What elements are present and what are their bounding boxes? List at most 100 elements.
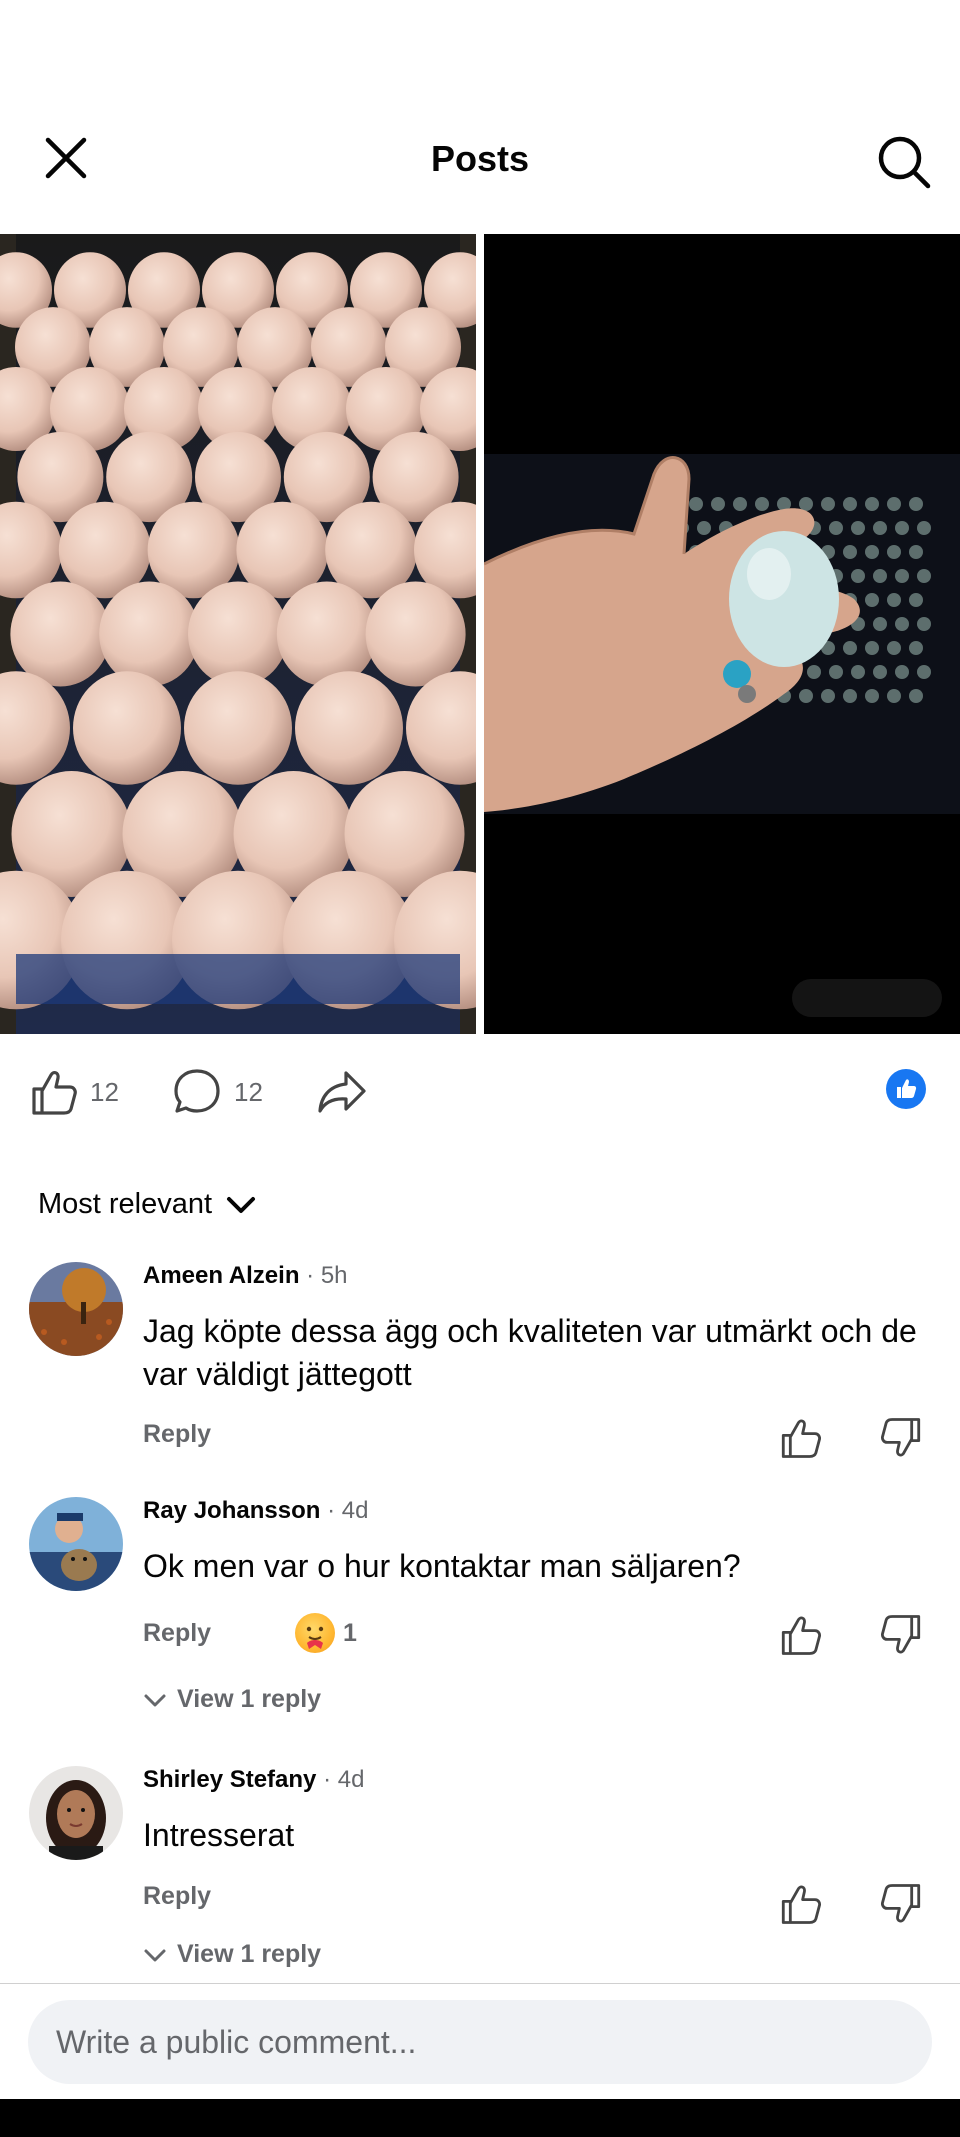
avatar[interactable] (29, 1497, 123, 1591)
egg-shape (73, 671, 181, 785)
background-egg-shape (873, 665, 887, 679)
background-egg-shape (865, 689, 879, 703)
background-egg-shape (843, 641, 857, 655)
page-title: Posts (430, 138, 530, 179)
comment-downvote-button[interactable] (880, 1416, 924, 1460)
avatar[interactable] (29, 1766, 123, 1860)
background-egg-shape (887, 497, 901, 511)
comment-upvote-button[interactable] (778, 1613, 822, 1657)
commenter-name[interactable]: Ray Johansson (143, 1497, 320, 1524)
background-egg-shape (843, 497, 857, 511)
comment-downvote-button[interactable] (880, 1882, 924, 1926)
comment-composer-bar (0, 1983, 960, 2099)
comment-text: Jag köpte dessa ägg och kvaliteten var u… (143, 1313, 917, 1392)
background-egg-shape (887, 689, 901, 703)
chevron-down-icon (227, 1196, 256, 1213)
comment-reaction[interactable]: 1 (295, 1613, 357, 1653)
comment-upvote-button[interactable] (778, 1882, 822, 1926)
background-egg-shape (711, 497, 725, 511)
background-egg-shape (887, 641, 901, 655)
background-egg-shape (887, 545, 901, 559)
background-egg-shape (917, 617, 931, 631)
comment-text: Intresserat (143, 1817, 295, 1853)
comment-count: 12 (234, 1076, 263, 1107)
comment-action[interactable]: 12 (172, 1064, 263, 1120)
view-replies-label: View 1 reply (177, 1940, 322, 1968)
comment-upvote-button[interactable] (778, 1416, 822, 1460)
background-egg-shape (917, 569, 931, 583)
photo-egg-in-hand[interactable] (484, 234, 960, 1034)
share-action[interactable] (316, 1064, 368, 1120)
reply-button[interactable]: Reply (143, 1420, 211, 1449)
background-egg-shape (829, 665, 843, 679)
post-photos (0, 234, 960, 1034)
egg-shape (188, 581, 288, 687)
background-egg-shape (873, 569, 887, 583)
system-nav-bar (0, 2099, 960, 2137)
egg-in-hand-image (484, 234, 960, 1034)
chevron-down-icon (144, 1949, 166, 1961)
background-egg-shape (821, 497, 835, 511)
background-egg-shape (909, 641, 923, 655)
comment-input[interactable] (56, 2023, 896, 2061)
background-egg-shape (733, 497, 747, 511)
like-action[interactable]: 12 (28, 1064, 119, 1120)
thumbs-down-icon (881, 1615, 921, 1654)
thumbs-up-icon (32, 1071, 77, 1115)
comment-meta: Shirley Stefany · 4d (143, 1766, 364, 1794)
reply-button[interactable]: Reply (143, 1882, 211, 1911)
thumbs-up-filled-icon (897, 1079, 917, 1098)
background-egg-shape (865, 593, 879, 607)
background-egg-shape (895, 569, 909, 583)
post-actions: 12 12 (0, 1034, 960, 1144)
eggs-tray-image (0, 234, 476, 1034)
background-egg-shape (895, 521, 909, 535)
egg-shape (184, 671, 292, 785)
background-egg-shape (895, 665, 909, 679)
background-egg-shape (821, 689, 835, 703)
top-bar: Posts (0, 0, 960, 234)
background-egg-shape (865, 497, 879, 511)
view-replies-button[interactable]: View 1 reply (143, 1685, 321, 1714)
background-egg-shape (909, 545, 923, 559)
comment-composer[interactable] (28, 2000, 932, 2084)
commenter-name[interactable]: Shirley Stefany (143, 1766, 316, 1793)
thumbs-down-icon (881, 1418, 921, 1457)
comment-meta: Ray Johansson · 4d (143, 1497, 368, 1525)
background-egg-shape (799, 689, 813, 703)
search-icon (878, 136, 931, 189)
search-button[interactable] (874, 132, 934, 192)
background-egg-shape (697, 521, 711, 535)
egg-shape (295, 671, 403, 785)
background-egg-shape (851, 521, 865, 535)
care-reaction-icon (295, 1613, 335, 1653)
background-egg-shape (755, 497, 769, 511)
photo-eggs-tray[interactable] (0, 234, 476, 1034)
thumbs-up-icon (781, 1885, 821, 1924)
sort-dropdown[interactable]: Most relevant (38, 1188, 256, 1221)
comment-text: Ok men var o hur kontaktar man säljaren? (143, 1548, 741, 1584)
background-egg-shape (689, 497, 703, 511)
background-egg-shape (843, 545, 857, 559)
avatar[interactable] (29, 1262, 123, 1356)
background-egg-shape (887, 593, 901, 607)
view-replies-button[interactable]: View 1 reply (143, 1940, 321, 1969)
comment-time: · 5h (306, 1262, 348, 1289)
background-egg-shape (917, 665, 931, 679)
background-egg-shape (909, 497, 923, 511)
background-egg-shape (873, 521, 887, 535)
reply-button[interactable]: Reply (143, 1619, 211, 1648)
share-icon (318, 1071, 366, 1113)
background-egg-shape (909, 593, 923, 607)
background-egg-shape (865, 545, 879, 559)
comment-meta: Ameen Alzein · 5h (143, 1262, 348, 1290)
chevron-down-icon (144, 1694, 166, 1706)
background-egg-shape (917, 521, 931, 535)
background-egg-shape (829, 521, 843, 535)
commenter-name[interactable]: Ameen Alzein (143, 1262, 299, 1289)
like-reaction-badge[interactable] (886, 1069, 926, 1109)
thumbs-up-icon (781, 1616, 821, 1655)
background-egg-shape (909, 689, 923, 703)
background-egg-shape (807, 665, 821, 679)
comment-downvote-button[interactable] (880, 1613, 924, 1657)
